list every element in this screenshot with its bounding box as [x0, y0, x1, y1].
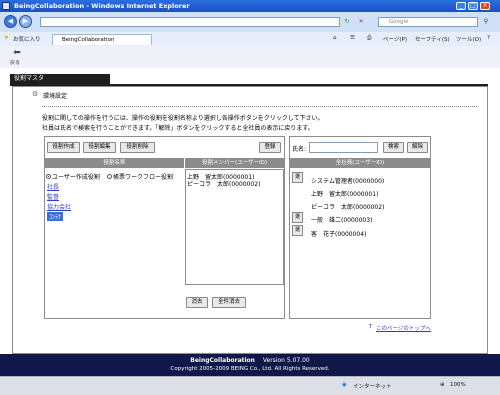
- section-title: 環境設定: [43, 93, 68, 100]
- favorites-bar: ★ お気に入り BeingCollaboration ⌂ ☰ ⎙ ページ(P) …: [0, 32, 500, 47]
- app-toolbar: ⬅ 戻る: [0, 46, 500, 69]
- edit-role-button[interactable]: 役割編集: [83, 142, 116, 153]
- register-button[interactable]: 登録: [259, 142, 281, 153]
- search-button[interactable]: 検索: [383, 142, 404, 153]
- footer-brand-line: BeingCollaboration Version 5.07.00: [0, 357, 500, 364]
- role-type-user-radio[interactable]: ユーザー作成役割: [46, 172, 100, 181]
- select-employee-button[interactable]: 選: [292, 172, 303, 183]
- page-body: 役割マスタ ⚙ 環境設定 役割に関しての操作を行うには、操作の役割を役割名称より…: [0, 68, 500, 358]
- role-type-workflow-radio[interactable]: 帳票ワークフロー役割: [107, 172, 173, 181]
- role-link-supervisor[interactable]: 監督: [47, 192, 59, 201]
- window-title-bar: BeingCollaboration - Windows Internet Ex…: [0, 0, 500, 12]
- back-nav-button[interactable]: ◀: [4, 15, 17, 28]
- role-link-president[interactable]: 社長: [47, 182, 59, 191]
- employee-item: ピーコラ 太郎(0000002): [311, 204, 385, 211]
- select-employee-button[interactable]: 選: [292, 225, 303, 236]
- employee-item: 客 花子(0000004): [311, 231, 367, 238]
- clear-button[interactable]: 解除: [407, 142, 428, 153]
- settings-icon: ⚙: [32, 90, 39, 98]
- role-link-partner[interactable]: 協力会社: [47, 202, 71, 211]
- footer-brand: BeingCollaboration: [190, 357, 255, 364]
- maximize-button[interactable]: □: [468, 2, 478, 10]
- url-input[interactable]: [40, 17, 340, 27]
- zoom-icon[interactable]: ⊕: [440, 382, 445, 388]
- status-bar: ◉ インターネット ⊕ 100%: [0, 376, 500, 395]
- favorites-star-icon[interactable]: ★: [4, 35, 9, 41]
- back-arrow-icon[interactable]: ⬅: [9, 48, 25, 58]
- erase-button[interactable]: 消去: [186, 297, 208, 308]
- create-role-button[interactable]: 役割作成: [47, 142, 80, 153]
- member-item[interactable]: ピーコラ 太郎(0000002): [187, 179, 260, 188]
- zoom-level[interactable]: 100%: [450, 382, 466, 388]
- search-icon[interactable]: ⚲: [481, 17, 491, 27]
- window-title: BeingCollaboration - Windows Internet Ex…: [14, 2, 190, 10]
- go-icon[interactable]: ↻: [342, 17, 352, 27]
- home-icon[interactable]: ⌂: [333, 35, 337, 41]
- page-tab-role-master[interactable]: 役割マスタ: [10, 74, 110, 84]
- footer-version: Version 5.07.00: [262, 357, 310, 364]
- employee-item: 上野 留太郎(0000001): [311, 191, 379, 198]
- name-search-input[interactable]: [309, 142, 378, 153]
- description-line-1: 役割に関しての操作を行うには、操作の役割を役割名称より選択し各操作ボタンをクリッ…: [42, 115, 324, 122]
- ie-app-icon: [2, 2, 10, 10]
- radio-icon: [46, 174, 51, 179]
- radio-icon: [107, 174, 112, 179]
- internet-zone-icon: ◉: [342, 382, 347, 388]
- safety-menu[interactable]: セーフティ(S): [415, 35, 450, 43]
- page-menu[interactable]: ページ(P): [383, 35, 407, 43]
- forward-nav-button[interactable]: ▶: [19, 15, 32, 28]
- feeds-icon[interactable]: ☰: [350, 35, 355, 41]
- description-line-2: 社員は氏名で検索を行うことができます。「解除」ボタンをクリックすると全社員の表示…: [42, 125, 314, 132]
- search-input[interactable]: Google: [378, 17, 478, 27]
- role-name-header: 役割名称: [45, 158, 184, 168]
- employee-item: 一般 雄二(0000003): [311, 217, 373, 224]
- all-employees-header: 全社員(ユーザーID): [290, 158, 430, 168]
- select-employee-button[interactable]: 選: [292, 212, 303, 223]
- divider: [42, 106, 477, 107]
- members-header: 役割メンバー(ユーザーID): [185, 158, 284, 168]
- page-top-link[interactable]: このページのトップへ: [376, 324, 431, 332]
- stop-icon[interactable]: ✕: [356, 17, 366, 27]
- footer: BeingCollaboration Version 5.07.00 Copyr…: [0, 354, 500, 376]
- help-icon[interactable]: ?: [487, 35, 490, 41]
- tools-menu[interactable]: ツール(O): [456, 35, 481, 43]
- address-bar: ◀ ▶ ↻ ✕ Google ⚲: [0, 12, 500, 33]
- name-label: 氏名:: [292, 146, 307, 153]
- erase-all-button[interactable]: 全件消去: [212, 297, 246, 308]
- arrow-up-icon: ↑: [368, 323, 374, 330]
- browser-tab[interactable]: BeingCollaboration: [52, 34, 152, 45]
- zone-label: インターネット: [353, 384, 392, 390]
- favorites-label[interactable]: お気に入り: [13, 35, 41, 43]
- print-icon[interactable]: ⎙: [367, 35, 371, 42]
- back-label[interactable]: 戻る: [10, 59, 20, 66]
- delete-role-button[interactable]: 役割削除: [120, 142, 155, 153]
- close-window-button[interactable]: ×: [480, 2, 490, 10]
- employee-item: システム管理者(0000000): [311, 178, 385, 185]
- footer-copyright: Copyright 2005-2009 BEING Co., Ltd. All …: [170, 366, 330, 372]
- role-item-container[interactable]: ｺﾝﾃﾅ: [47, 212, 64, 221]
- minimize-button[interactable]: _: [456, 2, 466, 10]
- browser-tab-title: BeingCollaboration: [62, 37, 115, 43]
